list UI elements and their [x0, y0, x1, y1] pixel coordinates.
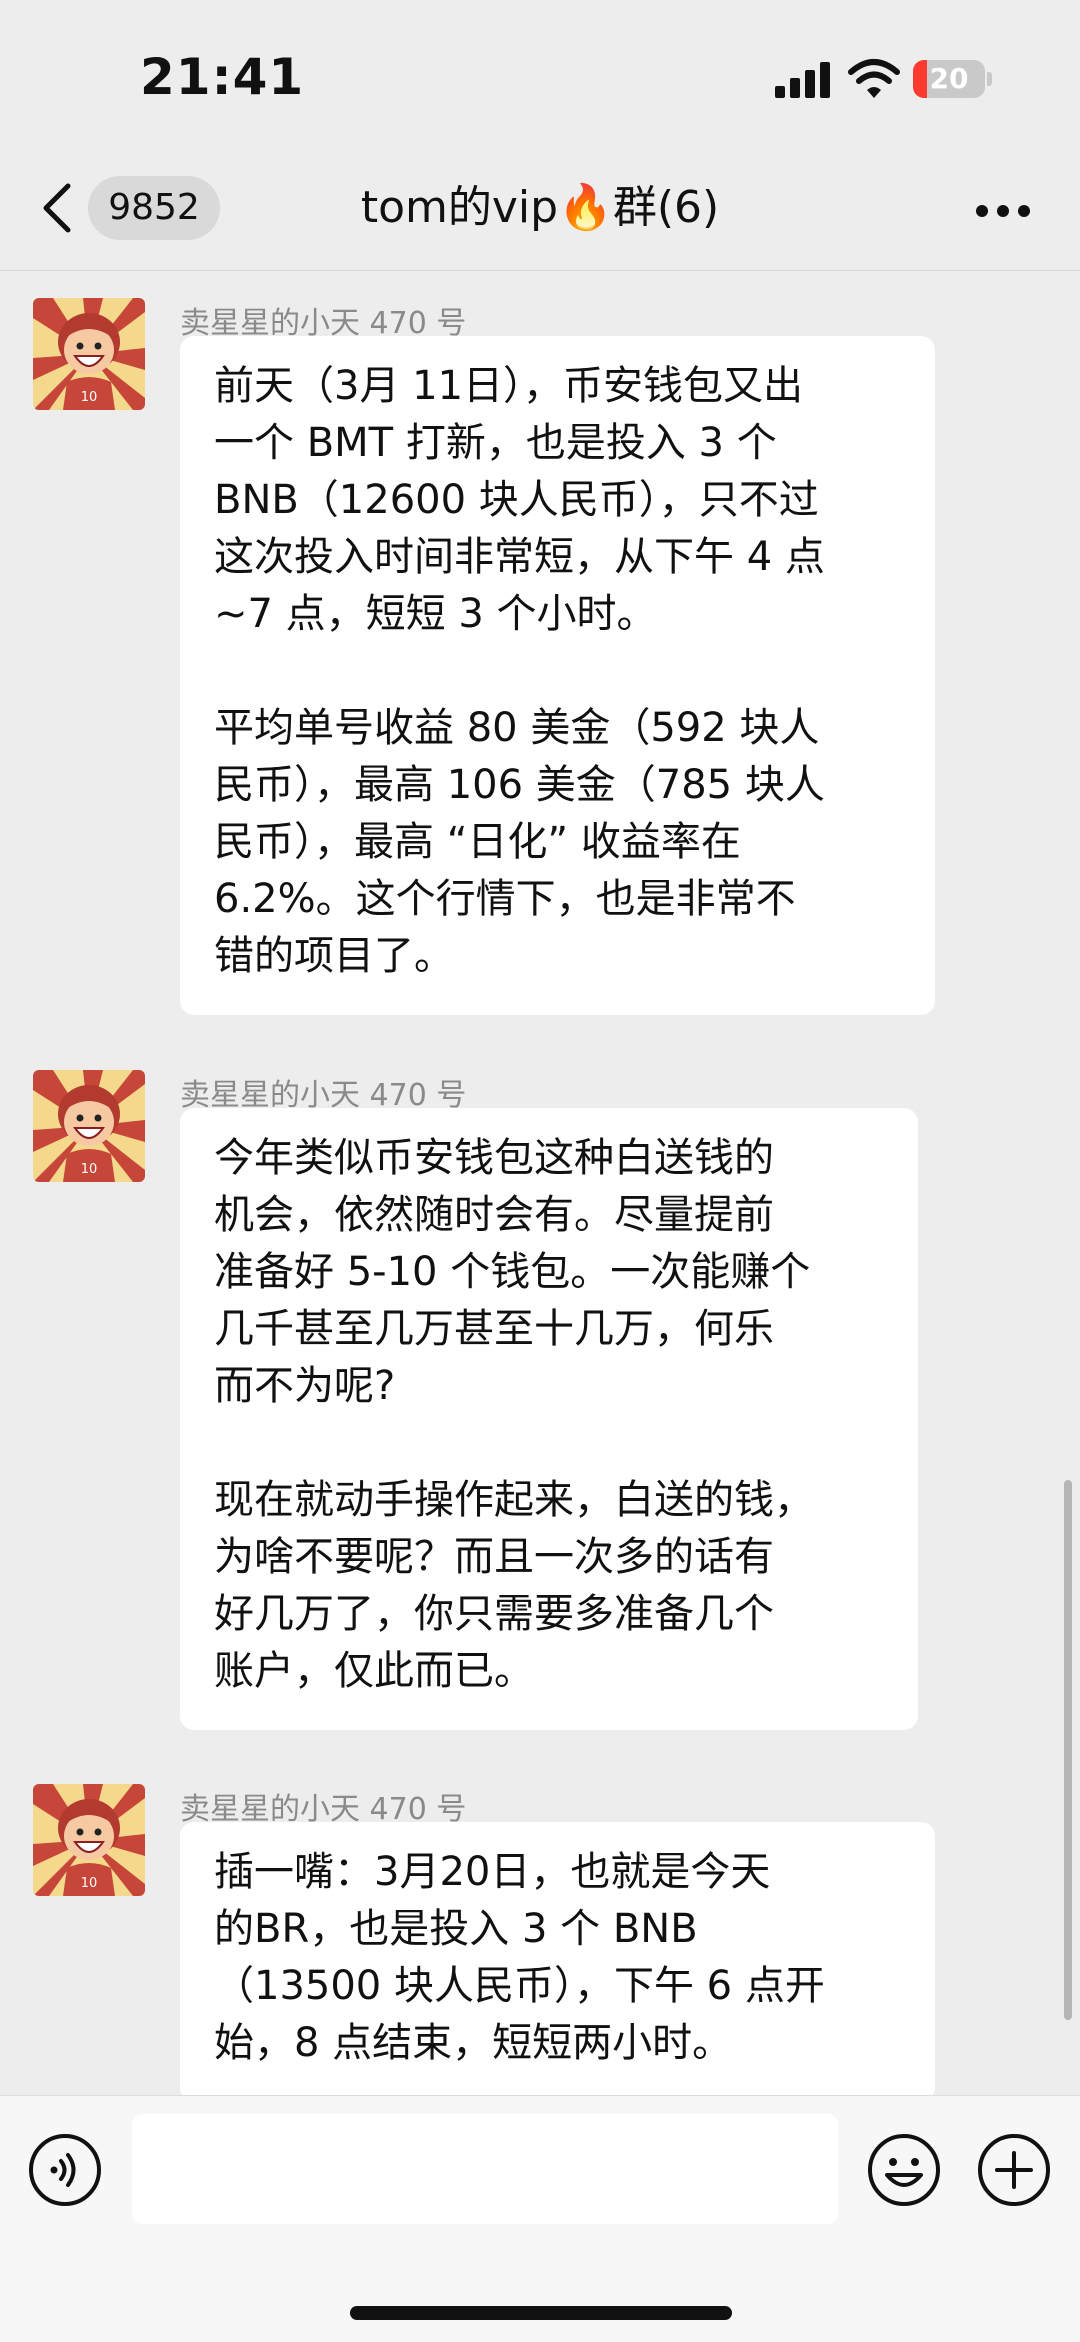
- message-bubble[interactable]: 今年类似币安钱包这种白送钱的 机会，依然随时会有。尽量提前 准备好 5-10 个…: [180, 1108, 918, 1730]
- message-line: ~7 点，短短 3 个小时。: [214, 591, 657, 637]
- cellular-signal-icon: [775, 62, 830, 98]
- status-bar: 21:41 20: [0, 0, 1080, 150]
- message-line: 错的项目了。: [214, 933, 454, 979]
- message-line: 几千甚至几万甚至十几万，何乐: [214, 1306, 774, 1352]
- chevron-left-icon[interactable]: [40, 182, 76, 234]
- message-line: 为啥不要呢？而且一次多的话有: [214, 1534, 774, 1580]
- unread-count-badge[interactable]: 9852: [88, 176, 220, 240]
- message-line: 前天（3月 11日），币安钱包又出: [214, 363, 804, 409]
- message-line: 而不为呢?: [214, 1363, 396, 1409]
- message-input[interactable]: [132, 2114, 838, 2224]
- message-line: （13500 块人民币），下午 6 点开: [214, 1963, 825, 2009]
- battery-level: 20: [929, 62, 969, 95]
- message-line: 今年类似币安钱包这种白送钱的: [214, 1135, 774, 1181]
- status-time: 21:41: [140, 48, 305, 106]
- message-line: 一个 BMT 打新，也是投入 3 个: [214, 420, 777, 466]
- message-line: 始，8 点结束，短短两小时。: [214, 2020, 733, 2066]
- scrollbar[interactable]: [1064, 1480, 1072, 2020]
- message-line: 插一嘴：3月20日，也就是今天: [214, 1849, 771, 1895]
- avatar[interactable]: [33, 298, 145, 410]
- message-bubble[interactable]: 插一嘴：3月20日，也就是今天 的BR，也是投入 3 个 BNB （13500 …: [180, 1822, 935, 2102]
- message-line: 这次投入时间非常短，从下午 4 点: [214, 534, 825, 580]
- emoji-icon[interactable]: [867, 2133, 941, 2207]
- message-line: 准备好 5-10 个钱包。一次能赚个: [214, 1249, 811, 1295]
- avatar[interactable]: [33, 1784, 145, 1896]
- battery-icon: 20: [913, 60, 985, 98]
- message-line: 现在就动手操作起来，白送的钱，: [214, 1477, 814, 1523]
- chat-header: 9852 tom的vip🔥群(6): [0, 150, 1080, 271]
- message-line: 机会，依然随时会有。尽量提前: [214, 1192, 774, 1238]
- home-indicator[interactable]: [350, 2306, 732, 2320]
- plus-circle-icon[interactable]: [977, 2133, 1051, 2207]
- wifi-icon: [848, 59, 900, 98]
- message-line: 民币），最高 106 美金（785 块人: [214, 762, 825, 808]
- more-horizontal-icon[interactable]: [975, 204, 1031, 218]
- chat-title: tom的vip🔥群(6): [360, 182, 720, 233]
- message-line: 民币），最高 “日化” 收益率在: [214, 819, 741, 865]
- message-line: 平均单号收益 80 美金（592 块人: [214, 705, 820, 751]
- input-bar: [0, 2095, 1080, 2342]
- message-line: 好几万了，你只需要多准备几个: [214, 1591, 774, 1637]
- voice-icon[interactable]: [28, 2133, 102, 2207]
- message-line: 的BR，也是投入 3 个 BNB: [214, 1906, 698, 1952]
- message-line: 6.2%。这个行情下，也是非常不: [214, 876, 796, 922]
- message-bubble[interactable]: 前天（3月 11日），币安钱包又出 一个 BMT 打新，也是投入 3 个 BNB…: [180, 336, 935, 1015]
- avatar[interactable]: [33, 1070, 145, 1182]
- message-line: 账户，仅此而已。: [214, 1648, 534, 1694]
- message-line: BNB（12600 块人民币），只不过: [214, 477, 819, 523]
- battery-tip: [987, 72, 992, 86]
